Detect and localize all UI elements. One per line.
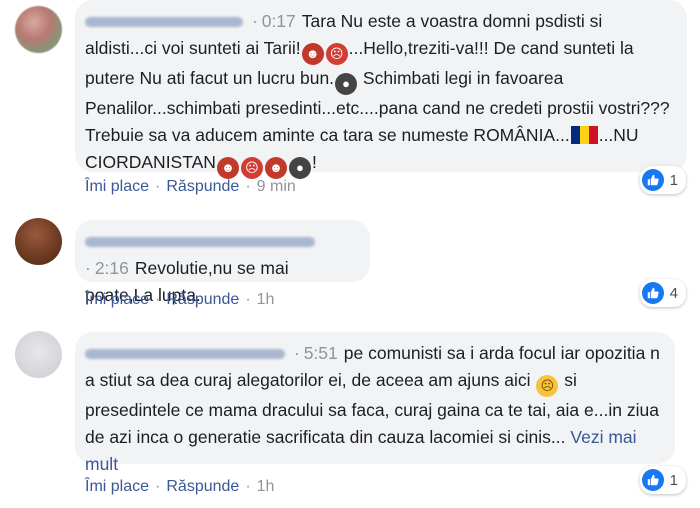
author-name-redacted[interactable] bbox=[85, 17, 243, 28]
like-link[interactable]: Îmi place bbox=[85, 178, 149, 196]
separator-dot: · bbox=[155, 291, 161, 308]
reaction-count-number: 4 bbox=[669, 284, 678, 302]
devil-emoji-icon: ☻ bbox=[264, 157, 287, 179]
author-name-redacted[interactable] bbox=[85, 237, 315, 248]
comment-time[interactable]: 9 min bbox=[257, 178, 296, 196]
video-timestamp[interactable]: 2:16 bbox=[95, 258, 129, 278]
devil-emoji-icon: ☻ bbox=[301, 43, 324, 65]
comment-time[interactable]: 1h bbox=[257, 478, 275, 496]
avatar[interactable] bbox=[15, 331, 62, 378]
video-timestamp[interactable]: 0:17 bbox=[262, 11, 296, 31]
like-link[interactable]: Îmi place bbox=[85, 291, 149, 309]
separator-dot: · bbox=[85, 258, 91, 278]
avatar[interactable] bbox=[15, 218, 62, 265]
comment-bubble: · 2:16 Revolutie,nu se mai poate,La lupta. bbox=[75, 220, 370, 305]
reply-link[interactable]: Răspunde bbox=[166, 178, 239, 196]
devil-emoji-icon: ☻ bbox=[216, 157, 239, 179]
angry-face-emoji-icon: ☹ bbox=[325, 43, 348, 65]
comment-bubble: · 0:17 Tara Nu este a voastra domni psdist… bbox=[75, 0, 687, 179]
separator-dot: · bbox=[293, 343, 300, 363]
separator-dot: · bbox=[155, 178, 161, 195]
gorilla-emoji-icon: ● bbox=[335, 73, 358, 95]
comment-text-part: ! bbox=[311, 152, 317, 172]
angry-face-emoji-icon: ☹ bbox=[240, 157, 263, 179]
author-name-redacted[interactable] bbox=[85, 349, 285, 360]
comment-actions: Îmi place · Răspunde · 1h bbox=[85, 478, 274, 496]
comment-actions: Îmi place · Răspunde · 1h bbox=[85, 291, 274, 309]
comment-time[interactable]: 1h bbox=[257, 291, 275, 309]
separator-dot: · bbox=[251, 11, 258, 31]
reaction-count[interactable]: 4 bbox=[639, 279, 686, 307]
separator-dot: · bbox=[245, 178, 251, 195]
worried-face-emoji-icon: ☹ bbox=[536, 375, 559, 397]
reply-link[interactable]: Răspunde bbox=[166, 478, 239, 496]
like-icon bbox=[641, 169, 664, 191]
reply-link[interactable]: Răspunde bbox=[166, 291, 239, 309]
separator-dot: · bbox=[155, 478, 161, 495]
like-icon bbox=[641, 282, 664, 304]
avatar[interactable] bbox=[15, 6, 62, 53]
separator-dot: · bbox=[245, 478, 251, 495]
romania-flag-emoji-icon bbox=[570, 125, 598, 144]
reaction-count[interactable]: 1 bbox=[639, 466, 686, 494]
reaction-count-number: 1 bbox=[669, 471, 678, 489]
like-link[interactable]: Îmi place bbox=[85, 478, 149, 496]
gorilla-emoji-icon: ● bbox=[288, 157, 311, 179]
reaction-count-number: 1 bbox=[669, 171, 678, 189]
comment-bubble: · 5:51 pe comunisti sa i arda focul iar op… bbox=[75, 332, 675, 474]
separator-dot: · bbox=[245, 291, 251, 308]
comment-actions: Îmi place · Răspunde · 9 min bbox=[85, 178, 296, 196]
video-timestamp[interactable]: 5:51 bbox=[304, 343, 338, 363]
like-icon bbox=[641, 469, 664, 491]
reaction-count[interactable]: 1 bbox=[639, 166, 686, 194]
